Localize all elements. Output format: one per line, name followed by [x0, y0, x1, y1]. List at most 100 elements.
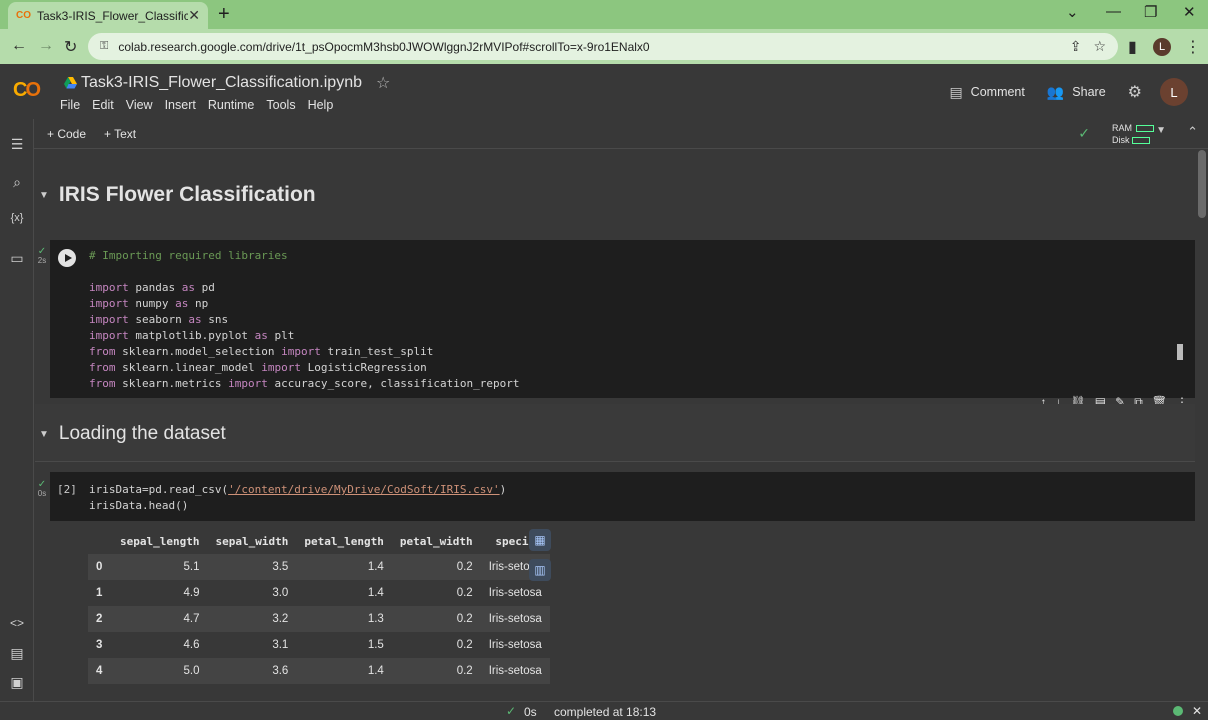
- star-icon[interactable]: ☆: [376, 73, 390, 93]
- table-cell: 3.6: [207, 658, 297, 684]
- close-status-icon[interactable]: ✕: [1192, 704, 1202, 718]
- table-cell: 1.4: [296, 658, 392, 684]
- cell-scrollbar[interactable]: [1177, 344, 1183, 360]
- menu-help[interactable]: Help: [308, 98, 334, 112]
- back-button[interactable]: ←: [11, 37, 27, 55]
- table-cell: 3.1: [272, 639, 289, 651]
- table-cell: 1.5: [367, 639, 384, 651]
- collapse-caret-icon[interactable]: ▼: [39, 190, 49, 201]
- menu-tools[interactable]: Tools: [266, 98, 295, 112]
- user-avatar[interactable]: L: [1160, 78, 1188, 106]
- table-cell: 3.2: [207, 606, 297, 632]
- table-cell: Iris-setosa: [480, 606, 550, 632]
- side-panel-icon[interactable]: ▮: [1128, 37, 1137, 57]
- table-row: 0 5.1 3.5 1.4 0.2 Iris-setosa: [88, 554, 550, 580]
- url-input[interactable]: ⚿ colab.research.google.com/drive/1t_psO…: [88, 33, 1118, 60]
- menu-view[interactable]: View: [126, 98, 153, 112]
- files-folder-icon[interactable]: ▭: [9, 250, 25, 267]
- dataframe-table: sepal_length sepal_width petal_length petal…: [88, 528, 550, 684]
- add-text-button[interactable]: + Text: [104, 127, 136, 141]
- status-check-icon: ✓: [506, 704, 517, 718]
- collapse-header-icon[interactable]: ⌃: [1187, 124, 1198, 140]
- new-tab-button[interactable]: +: [218, 4, 230, 24]
- variables-icon[interactable]: {x}: [9, 212, 25, 224]
- status-bar: ✓ 0s completed at 18:13 ✕: [0, 701, 1208, 720]
- collapse-caret-icon[interactable]: ▼: [39, 429, 49, 440]
- chart-suggestion-icon[interactable]: ▥: [529, 559, 551, 581]
- column-header: petal_length: [304, 534, 384, 548]
- row-index: 2: [88, 606, 112, 632]
- table-row: 3 4.6 3.1 1.5 0.2 Iris-setosa: [88, 632, 550, 658]
- notebook-scrollbar[interactable]: [1198, 150, 1206, 218]
- bookmark-star-icon[interactable]: ☆: [1093, 38, 1106, 55]
- comment-button[interactable]: ▤ Comment: [949, 84, 1024, 101]
- browser-tab[interactable]: CO Task3-IRIS_Flower_Classification ✕: [8, 2, 208, 29]
- column-header: [88, 528, 112, 554]
- disk-bar: [1131, 137, 1150, 145]
- drive-icon[interactable]: [64, 77, 77, 89]
- restore-button[interactable]: ❐: [1144, 3, 1157, 21]
- menu-bar: File Edit View Insert Runtime Tools Help: [60, 98, 345, 112]
- forward-button[interactable]: →: [38, 37, 54, 55]
- code-line: import numpy as np: [89, 297, 209, 310]
- table-cell: Iris-setosa: [488, 587, 542, 599]
- settings-gear-icon[interactable]: ⚙: [1128, 82, 1142, 102]
- table-cell: 5.1: [112, 554, 208, 580]
- table-cell: 0.2: [391, 658, 481, 684]
- code-snippets-icon[interactable]: <>: [9, 616, 25, 630]
- code-head: irisData.head(): [89, 499, 189, 512]
- row-index: 1: [96, 587, 103, 599]
- elapsed-time: 0s: [524, 705, 537, 719]
- table-cell: 1.3: [296, 606, 392, 632]
- table-cell: Iris-setosa: [480, 658, 550, 684]
- table-of-contents-icon[interactable]: ☰: [9, 136, 25, 153]
- browser-tab-bar: CO Task3-IRIS_Flower_Classification ✕ + …: [0, 0, 1208, 29]
- code-comment: # Importing required libraries: [89, 249, 288, 262]
- code-cell-read-csv[interactable]: [2] irisData=pd.read_csv('/content/drive…: [50, 472, 1195, 521]
- notebook-area: ▼ IRIS Flower Classification ✓ 2s # Impo…: [35, 150, 1208, 700]
- code-line: from sklearn.linear_model import Logisti…: [89, 361, 427, 374]
- table-row: 4 5.0 3.6 1.4 0.2 Iris-setosa: [88, 658, 550, 684]
- menu-runtime[interactable]: Runtime: [208, 98, 255, 112]
- resource-monitor[interactable]: RAM Disk: [1112, 122, 1154, 146]
- section-heading-2: ▼ Loading the dataset: [35, 423, 226, 445]
- menu-edit[interactable]: Edit: [92, 98, 114, 112]
- browser-menu-icon[interactable]: ⋮: [1185, 37, 1201, 57]
- runtime-dropdown-icon[interactable]: ▼: [1156, 125, 1166, 136]
- table-cell: 1.4: [296, 554, 392, 580]
- run-cell-button[interactable]: [58, 249, 76, 267]
- left-rail: ☰ ⌕ {x} ▭ <> ▤ ▣: [0, 119, 34, 701]
- menu-file[interactable]: File: [60, 98, 80, 112]
- comment-icon: ▤: [949, 83, 963, 100]
- row-index: 0: [88, 554, 112, 580]
- tab-search-icon[interactable]: ⌄: [1066, 3, 1079, 21]
- reload-button[interactable]: ↻: [64, 37, 77, 57]
- table-row: 2 4.7 3.2 1.3 0.2 Iris-setosa: [88, 606, 550, 632]
- cell1-status: ✓ 2s: [37, 246, 47, 266]
- code-line: import seaborn as sns: [89, 313, 229, 326]
- notebook-title[interactable]: Task3-IRIS_Flower_Classification.ipynb: [81, 74, 362, 92]
- browser-profile-avatar[interactable]: L: [1153, 38, 1171, 56]
- table-view-icon[interactable]: ▦: [529, 529, 551, 551]
- terminal-icon[interactable]: ▣: [9, 674, 25, 691]
- search-icon[interactable]: ⌕: [9, 174, 25, 191]
- column-header: sepal_length: [120, 534, 200, 548]
- code-cell-imports[interactable]: # Importing required libraries import pa…: [50, 240, 1195, 398]
- row-index: 4: [88, 658, 112, 684]
- add-code-button[interactable]: + Code: [47, 127, 86, 141]
- command-palette-icon[interactable]: ▤: [9, 645, 25, 662]
- heading-loading: Loading the dataset: [58, 423, 226, 444]
- menu-insert[interactable]: Insert: [165, 98, 196, 112]
- code-line: import matplotlib.pyplot as plt: [89, 329, 295, 342]
- colab-logo[interactable]: CO: [13, 79, 41, 102]
- share-page-icon[interactable]: ⇪: [1070, 38, 1082, 55]
- check-icon: ✓: [37, 246, 47, 257]
- close-tab-icon[interactable]: ✕: [188, 7, 200, 24]
- minimize-button[interactable]: —: [1106, 3, 1121, 20]
- table-cell: 1.4: [367, 587, 384, 599]
- share-button[interactable]: 👥 Share: [1047, 84, 1106, 101]
- close-window-button[interactable]: ✕: [1183, 3, 1196, 21]
- colab-header: CO Task3-IRIS_Flower_Classification.ipyn…: [0, 64, 1208, 119]
- site-info-icon[interactable]: ⚿: [100, 40, 108, 53]
- code-read-csv: irisData=pd.read_csv('/content/drive/MyD…: [89, 483, 507, 496]
